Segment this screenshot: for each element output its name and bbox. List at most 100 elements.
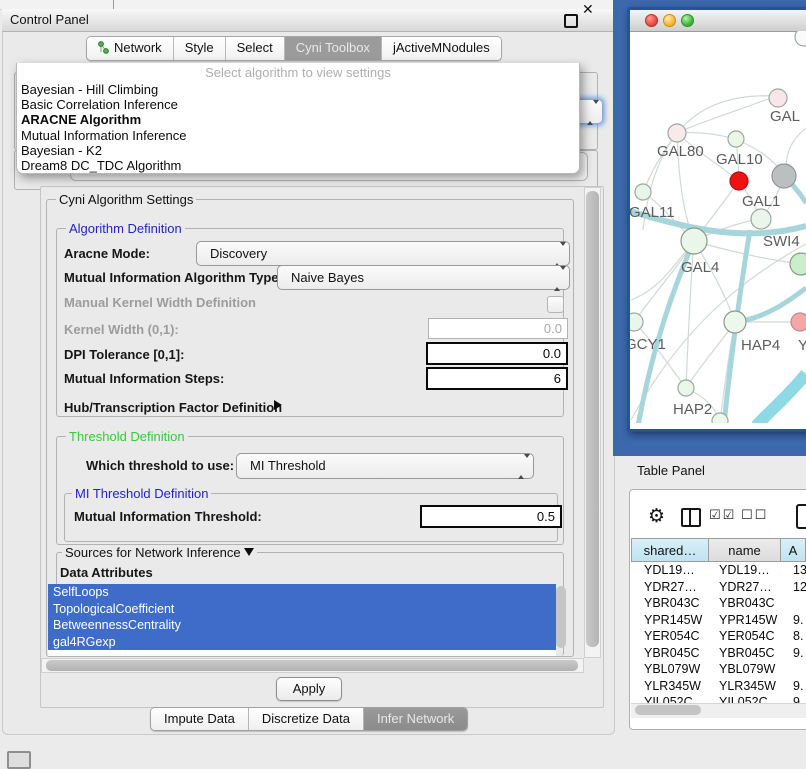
network-node[interactable] [730,172,748,190]
zoom-traffic-light-icon[interactable] [681,14,694,27]
network-node-gcy1[interactable] [630,313,643,331]
table-row[interactable]: YPR145WYPR145W9. [631,612,806,629]
list-scrollbar-thumb[interactable] [556,586,566,648]
deselect-all-checkboxes-icon[interactable]: ☐☐ [741,508,768,523]
expand-right-icon[interactable] [274,400,282,410]
table-toolbar: ⚙ ☑☑ ☐☐ [631,500,806,536]
settings-hscrollbar-thumb[interactable] [46,660,578,671]
network-node-gal10[interactable] [728,131,744,147]
gear-icon[interactable]: ⚙ [648,505,665,527]
bottom-tab-impute-data[interactable]: Impute Data [151,708,249,730]
dropdown-item[interactable]: ARACNE Algorithm [21,112,575,127]
dropdown-item[interactable]: Dream8 DC_TDC Algorithm [21,158,575,173]
function-builder-icon[interactable] [796,504,806,529]
tab-jactivemnodules[interactable]: jActiveMNodules [382,37,501,60]
data-attributes-label: Data Attributes [60,565,153,580]
mi-type-combobox[interactable]: Naive Bayes [277,265,570,290]
mi-threshold-field[interactable]: 0.5 [420,505,562,528]
table-row[interactable]: YBL079WYBL079W [631,661,806,678]
column-header-name[interactable]: name [708,538,780,562]
select-all-checkboxes-icon[interactable]: ☑☑ [709,508,736,523]
tab-label: Cyni Toolbox [296,40,370,55]
network-node[interactable] [772,164,796,188]
dropdown-item[interactable]: Mutual Information Inference [21,128,575,143]
tab-style[interactable]: Style [174,37,226,60]
bottom-tab-discretize-data[interactable]: Discretize Data [249,708,364,730]
float-window-icon[interactable] [564,14,578,28]
table-row[interactable]: YBR043CYBR043C [631,595,806,612]
mi-steps-field[interactable]: 6 [426,367,568,390]
table-row[interactable]: YER054CYER054C8. [631,628,806,645]
column-header-clipped[interactable]: A [780,538,806,562]
network-canvas[interactable]: GALGAL80GAL10GAL1GAL11GAL4SWI4GCY1HAP4YH… [630,31,806,423]
attribute-list-item[interactable]: SelfLoops [48,584,556,601]
data-attributes-list[interactable]: SelfLoopsTopologicalCoefficientBetweenne… [48,584,556,656]
network-edge[interactable] [756,374,806,423]
column-header-shared-name[interactable]: shared… [631,538,708,562]
network-node[interactable] [795,31,806,46]
network-window-titlebar[interactable] [630,10,806,32]
dpi-tolerance-label: DPI Tolerance [0,1]: [64,347,184,362]
close-icon[interactable]: ✕ [582,1,594,18]
attribute-list-item[interactable]: gal4RGexp [48,634,556,651]
dropdown-item[interactable]: Bayesian - Hill Climbing [21,82,575,97]
table-cell: YBR043C [708,595,780,612]
column-chooser-icon[interactable] [681,508,701,527]
table-cell: YER054C [631,628,708,645]
aracne-mode-combobox[interactable]: Discovery [196,241,570,266]
table-row[interactable]: YLR345WYLR345W9. [631,678,806,695]
node-label: Y [798,337,806,354]
mi-threshold-group-title: MI Threshold Definition [72,486,211,501]
attribute-list-item[interactable]: BetweennessCentrality [48,617,556,634]
table-row[interactable]: YDL19…YDL19…13 [631,562,806,579]
network-node-y[interactable] [791,313,806,331]
table-cell: 9. [780,645,806,662]
table-row[interactable]: YIL052CYIL052C9 [631,694,806,703]
which-threshold-value: MI Threshold [250,458,326,473]
minimized-panel-icon[interactable] [7,751,31,769]
network-node-gal1[interactable] [751,209,771,229]
table-cell: YLR345W [631,678,708,695]
network-node[interactable] [712,413,728,423]
table-cell [780,595,806,612]
network-node-swi4[interactable] [790,253,806,275]
table-cell: YBL079W [708,661,780,678]
top-strip-divider [113,0,114,9]
attribute-list-item[interactable]: TopologicalCoefficient [48,601,556,618]
table-row[interactable]: YBR045CYBR045C9. [631,645,806,662]
network-node-hap2[interactable] [678,380,694,396]
network-node-gal11[interactable] [635,184,651,200]
network-edge[interactable] [677,96,776,133]
network-node-gal[interactable] [769,89,787,107]
network-node-hap4[interactable] [724,311,746,333]
table-row[interactable]: YDR27…YDR27…12 [631,579,806,596]
table-body: YDL19…YDL19…13YDR27…YDR27…12YBR043CYBR04… [631,562,806,703]
bottom-tab-infer-network[interactable]: Infer Network [364,708,467,730]
tab-cyni-toolbox[interactable]: Cyni Toolbox [285,37,382,60]
kernel-width-field[interactable]: 0.0 [428,318,568,339]
dropdown-item[interactable]: Bayesian - K2 [21,143,575,158]
table-hscrollbar-thumb[interactable] [635,705,701,715]
tab-select[interactable]: Select [226,37,285,60]
tab-label: Network [114,40,162,55]
minimize-traffic-light-icon[interactable] [663,14,676,27]
manual-kernel-checkbox[interactable] [547,296,564,313]
tab-network[interactable]: Network [87,37,174,60]
table-cell: YDR27… [708,579,780,596]
tab-label: Style [185,40,214,55]
table-cell: YBR043C [631,595,708,612]
network-edge[interactable] [634,241,694,322]
table-cell: 9 [780,694,806,703]
table-cell: 13 [780,562,806,579]
dpi-tolerance-field[interactable]: 0.0 [426,342,568,365]
collapse-down-icon[interactable] [244,548,254,556]
apply-button[interactable]: Apply [276,677,342,701]
network-node-gal4[interactable] [681,228,707,254]
settings-vscrollbar-thumb[interactable] [586,191,599,647]
combo-stepper-icon [554,246,562,264]
network-node-gal80[interactable] [668,124,686,142]
which-threshold-combobox[interactable]: MI Threshold [236,453,534,479]
table-header: shared… name A [631,538,806,562]
close-traffic-light-icon[interactable] [645,14,658,27]
dropdown-item[interactable]: Basic Correlation Inference [21,97,575,112]
